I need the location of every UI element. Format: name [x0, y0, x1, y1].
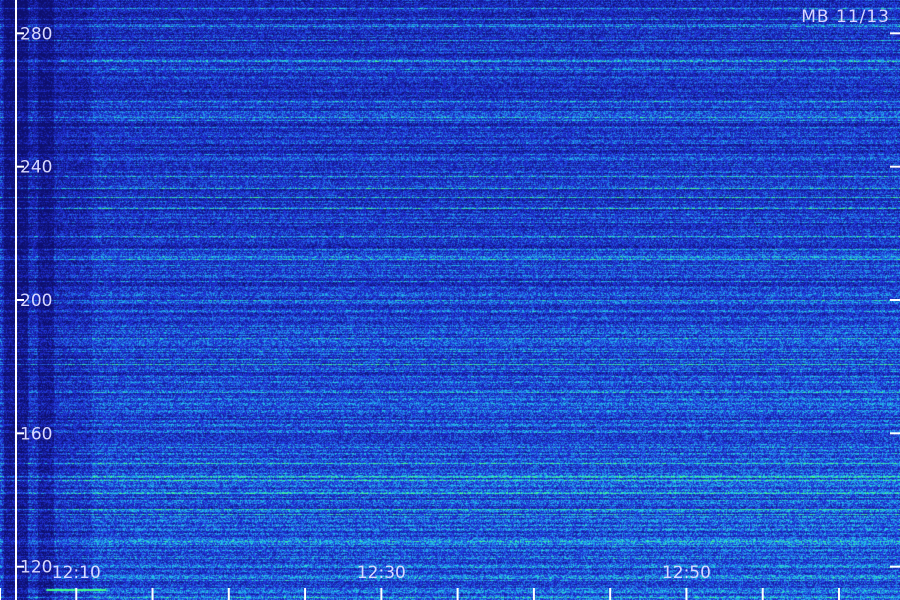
y-tick-labels: 120 160 200 240 280 — [20, 24, 52, 577]
y-tick-label: 280 — [20, 24, 52, 44]
x-tick-label: 12:10 — [52, 563, 101, 583]
x-tick-labels: 12:10 12:30 12:50 — [52, 563, 711, 583]
x-ticks — [0, 588, 840, 600]
y-tick-label: 240 — [20, 158, 52, 178]
x-tick-label: 12:30 — [357, 563, 406, 583]
spectrogram-chart: 120 160 200 240 280 12:10 12:30 12:50 MB 11/13 — [0, 0, 900, 600]
chart-overlay: 120 160 200 240 280 12:10 12:30 12:50 MB 11/13 — [0, 0, 900, 600]
y-tick-label: 120 — [20, 558, 52, 578]
x-tick-label: 12:50 — [662, 563, 711, 583]
y-ticks-right — [890, 32, 900, 568]
y-tick-label: 200 — [20, 291, 52, 311]
y-tick-label: 160 — [20, 424, 52, 444]
chart-label: MB 11/13 — [801, 7, 890, 27]
